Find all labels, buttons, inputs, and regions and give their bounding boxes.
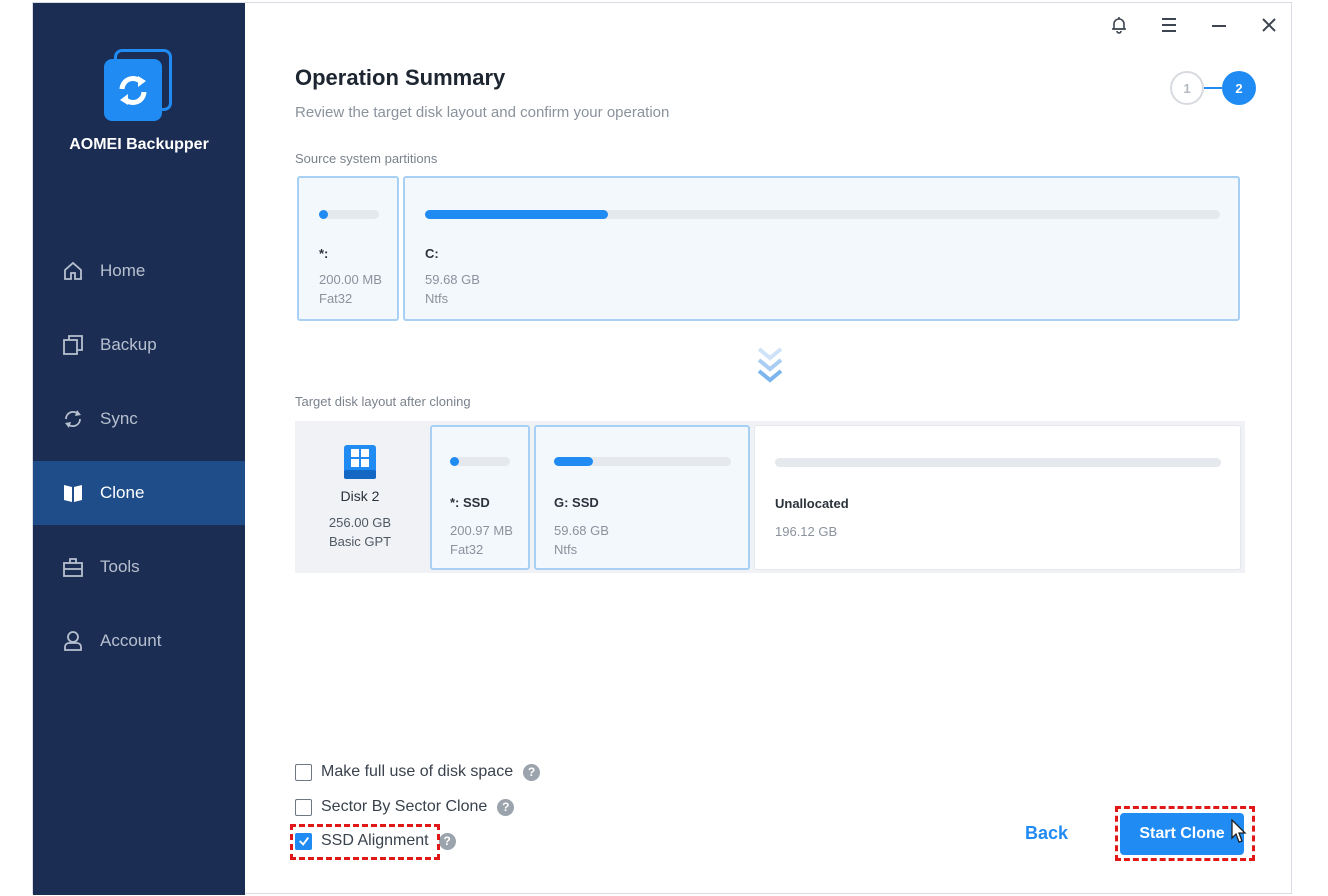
option-label: Make full use of disk space: [321, 763, 514, 780]
disk-size: 256.00 GB: [328, 515, 392, 530]
partition-name: *: SSD: [450, 495, 490, 510]
app-window: AOMEI Backupper Home Backup Sync Clone T…: [32, 2, 1293, 895]
sidebar-item-label: Clone: [100, 483, 145, 502]
partition-size: 200.97 MB: [450, 523, 513, 538]
partition-name: C:: [425, 246, 439, 261]
step-connector: [1204, 87, 1222, 89]
disk-type: Basic GPT: [328, 534, 392, 549]
usage-bar: [554, 457, 731, 466]
back-button[interactable]: Back: [1025, 823, 1068, 844]
step-indicator: 1 2: [1170, 71, 1258, 105]
tools-icon: [60, 554, 86, 580]
help-icon[interactable]: ?: [523, 763, 541, 781]
partition-fs: Ntfs: [425, 291, 449, 306]
usage-bar-fill: [450, 457, 459, 466]
partition-name: Unallocated: [775, 496, 849, 511]
highlight-ssd-alignment: [290, 824, 440, 860]
target-partition-unallocated[interactable]: Unallocated 196.12 GB: [754, 425, 1241, 570]
target-partition-system[interactable]: *: SSD 200.97 MB Fat32: [430, 425, 530, 570]
source-section-label: Source system partitions: [295, 151, 438, 166]
sidebar-item-clone[interactable]: Clone: [33, 461, 245, 525]
partition-name: G: SSD: [554, 495, 599, 510]
menu-icon[interactable]: [1155, 11, 1183, 39]
usage-bar: [775, 458, 1221, 467]
partition-fs: Fat32: [450, 542, 484, 557]
step-1: 1: [1170, 71, 1204, 105]
bell-icon[interactable]: [1105, 11, 1133, 39]
app-name: AOMEI Backupper: [69, 136, 209, 153]
backup-icon: [60, 332, 86, 358]
help-icon[interactable]: ?: [438, 832, 456, 850]
target-partition-g[interactable]: G: SSD 59.68 GB Ntfs: [534, 425, 750, 570]
app-logo-icon: [104, 49, 174, 121]
partition-size: 59.68 GB: [425, 272, 480, 287]
usage-bar-fill: [554, 457, 593, 466]
sidebar: AOMEI Backupper Home Backup Sync Clone T…: [33, 3, 245, 895]
chevrons-down-icon: [757, 347, 783, 383]
partition-size: 59.68 GB: [554, 523, 609, 538]
usage-bar-fill: [425, 210, 608, 219]
partition-size: 196.12 GB: [775, 524, 838, 539]
disk-name: Disk 2: [340, 488, 380, 504]
source-partition-c[interactable]: C: 59.68 GB Ntfs: [403, 176, 1240, 321]
disk-icon: [344, 445, 376, 479]
checkbox[interactable]: [295, 798, 312, 816]
title-bar: [1105, 11, 1283, 39]
source-partition-system[interactable]: *: 200.00 MB Fat32: [297, 176, 399, 321]
account-icon: [60, 628, 86, 654]
option-label: Sector By Sector Clone: [321, 798, 488, 815]
help-icon[interactable]: ?: [497, 798, 515, 816]
home-icon: [60, 258, 86, 284]
sidebar-item-home[interactable]: Home: [33, 239, 245, 303]
sidebar-item-account[interactable]: Account: [33, 609, 245, 673]
partition-size: 200.00 MB: [319, 272, 382, 287]
sidebar-item-backup[interactable]: Backup: [33, 313, 245, 377]
minimize-icon[interactable]: [1205, 11, 1233, 39]
page-subtitle: Review the target disk layout and confir…: [295, 104, 670, 121]
option-full-disk-space[interactable]: Make full use of disk space ?: [295, 763, 541, 781]
usage-bar-fill: [319, 210, 328, 219]
sidebar-item-label: Sync: [100, 409, 138, 428]
clone-icon: [60, 480, 86, 506]
partition-name: *:: [319, 246, 329, 261]
usage-bar: [319, 210, 379, 219]
usage-bar: [450, 457, 510, 466]
close-icon[interactable]: [1255, 11, 1283, 39]
option-sector-by-sector[interactable]: Sector By Sector Clone ?: [295, 798, 515, 816]
usage-bar: [425, 210, 1220, 219]
mouse-cursor-icon: [1231, 819, 1247, 843]
sidebar-item-tools[interactable]: Tools: [33, 535, 245, 599]
main-panel: Operation Summary Review the target disk…: [245, 3, 1293, 895]
checkbox[interactable]: [295, 763, 312, 781]
target-section-label: Target disk layout after cloning: [295, 394, 471, 409]
sidebar-item-label: Account: [100, 631, 162, 650]
sidebar-item-sync[interactable]: Sync: [33, 387, 245, 451]
step-2: 2: [1222, 71, 1256, 105]
sidebar-item-label: Home: [100, 261, 146, 280]
page-title: Operation Summary: [295, 65, 506, 90]
partition-fs: Ntfs: [554, 542, 578, 557]
target-disk-row: Disk 2 256.00 GB Basic GPT *: SSD 200.97…: [295, 421, 1245, 573]
sync-icon: [60, 406, 86, 432]
partition-fs: Fat32: [319, 291, 353, 306]
sidebar-item-label: Tools: [100, 557, 140, 576]
sidebar-item-label: Backup: [100, 335, 157, 354]
